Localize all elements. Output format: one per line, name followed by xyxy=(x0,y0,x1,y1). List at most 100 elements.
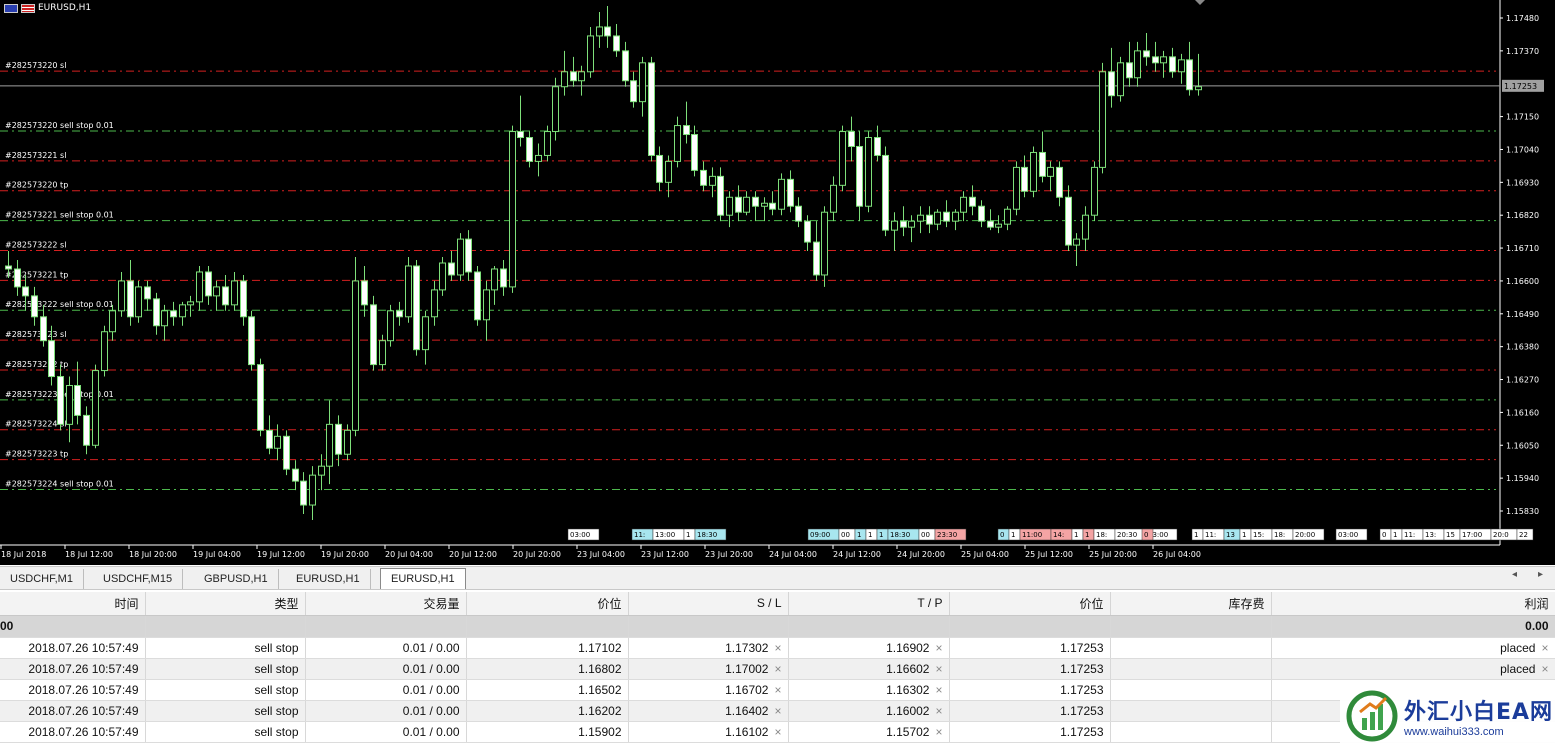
close-icon[interactable]: × xyxy=(774,725,781,739)
candle-body xyxy=(300,480,307,506)
candle-body xyxy=(187,301,194,306)
tab-scroll-left-icon[interactable]: ◂ xyxy=(1512,569,1517,580)
cell-current-price: 1.17253 xyxy=(949,679,1111,701)
candle-body xyxy=(917,214,924,222)
event-marker-label: 0 xyxy=(1144,531,1148,539)
price-tick-label: 1.15830 xyxy=(1506,507,1539,516)
table-row[interactable]: 2018.07.26 10:57:49 sell stop 0.01 / 0.00 1… xyxy=(0,679,1555,701)
tab-eurusd-h1[interactable]: EURUSD,H1 xyxy=(286,569,371,589)
close-icon[interactable]: × xyxy=(935,641,942,655)
candle-body xyxy=(1178,59,1185,73)
close-icon[interactable]: × xyxy=(935,704,942,718)
time-tick-label: 24 Jul 04:00 xyxy=(769,550,817,559)
candle-body xyxy=(257,364,264,431)
event-marker-label: 13:00 xyxy=(655,531,675,539)
watermark-url: www.waihui333.com xyxy=(1404,726,1504,738)
cell-price-text: 1.16502 xyxy=(578,682,622,697)
order-line-label: #282573222 tp xyxy=(5,360,68,369)
close-icon[interactable]: × xyxy=(774,641,781,655)
candle-body xyxy=(318,465,325,476)
summary-profit: 0.00 xyxy=(1271,615,1555,638)
candle-body xyxy=(274,435,281,449)
order-line-label: #282573221 sell stop 0.01 xyxy=(5,211,114,220)
col-header-swap[interactable]: 库存费 xyxy=(1110,592,1272,616)
col-header-tp[interactable]: T / P xyxy=(788,592,950,616)
chart-shift-icon[interactable] xyxy=(1195,0,1205,5)
tab-usdchf-m1[interactable]: USDCHF,M1 xyxy=(0,569,84,589)
cell-volume-text: 0.01 / 0.00 xyxy=(402,682,460,697)
cell-tp: 1.16302 × xyxy=(788,679,950,701)
table-row[interactable]: 2018.07.26 10:57:49 sell stop 0.01 / 0.00 1… xyxy=(0,700,1555,722)
order-line-label: #282573220 sell stop 0.01 xyxy=(5,121,114,130)
close-icon[interactable]: × xyxy=(935,662,942,676)
cell-volume-text: 0.01 / 0.00 xyxy=(402,661,460,676)
candle-body xyxy=(1056,166,1063,198)
table-row[interactable]: 2018.07.26 10:57:49 sell stop 0.01 / 0.00 1… xyxy=(0,637,1555,659)
col-header-current-price[interactable]: 价位 xyxy=(949,592,1111,616)
candle-body xyxy=(960,196,967,213)
price-tick-label: 1.17150 xyxy=(1506,113,1539,122)
close-icon[interactable]: × xyxy=(774,683,781,697)
candle-body xyxy=(787,178,794,207)
event-marker-label: 20:0 xyxy=(1493,531,1509,539)
table-row[interactable]: 2018.07.26 10:57:49 sell stop 0.01 / 0.00 1… xyxy=(0,658,1555,680)
col-header-sl[interactable]: S / L xyxy=(628,592,789,616)
tab-gbpusd-h1[interactable]: GBPUSD,H1 xyxy=(194,569,279,589)
candle-body xyxy=(405,265,412,318)
cell-current-price: 1.17253 xyxy=(949,700,1111,722)
cell-current-price: 1.17253 xyxy=(949,658,1111,680)
close-icon[interactable]: × xyxy=(1541,641,1548,655)
chart-window[interactable]: #282573220 sl #282573220 sell stop 0.01 #2… xyxy=(0,0,1555,565)
cell-sl-text: 1.17302 xyxy=(725,640,769,655)
event-marker-label: 0 xyxy=(1000,531,1004,539)
close-icon[interactable]: × xyxy=(1541,662,1548,676)
candle-body xyxy=(101,331,108,372)
close-icon[interactable]: × xyxy=(774,662,781,676)
col-header-type[interactable]: 类型 xyxy=(145,592,306,616)
tab-usdchf-m15[interactable]: USDCHF,M15 xyxy=(93,569,184,589)
close-icon[interactable]: × xyxy=(774,704,781,718)
candle-body xyxy=(14,268,21,288)
cell-type-text: sell stop xyxy=(254,724,299,739)
close-icon[interactable]: × xyxy=(935,725,942,739)
table-row[interactable]: 2018.07.26 10:57:49 sell stop 0.01 / 0.00 1… xyxy=(0,721,1555,743)
time-tick-label: 23 Jul 12:00 xyxy=(641,550,689,559)
candle-body xyxy=(457,238,464,276)
cell-volume-text: 0.01 / 0.00 xyxy=(402,640,460,655)
price-tick-label: 1.16380 xyxy=(1506,343,1539,352)
tab-scroll-right-icon[interactable]: ▸ xyxy=(1538,569,1543,580)
col-header-profit[interactable]: 利润 xyxy=(1271,592,1555,616)
summary-row: 00 0.00 xyxy=(0,615,1555,638)
event-marker-label: 09:00 xyxy=(810,531,830,539)
candle-body xyxy=(874,137,881,156)
tab-eurusd-h1-active[interactable]: EURUSD,H1 xyxy=(380,568,466,589)
cell-time-text: 2018.07.26 10:57:49 xyxy=(28,682,139,697)
candle-body xyxy=(500,268,507,288)
watermark: 外汇小白EA网 www.waihui333.com xyxy=(1340,686,1555,746)
col-header-price[interactable]: 价位 xyxy=(466,592,629,616)
col-header-time[interactable]: 时间 xyxy=(0,592,146,616)
cell-sl-text: 1.16102 xyxy=(725,724,769,739)
price-tick-label: 1.16710 xyxy=(1506,244,1539,253)
time-tick-label: 19 Jul 12:00 xyxy=(257,550,305,559)
candle-body xyxy=(561,71,568,88)
candle-body xyxy=(465,238,472,273)
time-tick-label: 26 Jul 04:00 xyxy=(1153,550,1201,559)
candle-body xyxy=(118,280,125,312)
candle-body xyxy=(795,205,802,222)
candle-body xyxy=(222,286,229,306)
candle-body xyxy=(387,310,394,342)
cell-time-text: 2018.07.26 10:57:49 xyxy=(28,724,139,739)
candle-body xyxy=(1065,196,1072,246)
orders-table: 时间 类型 交易量 价位 S / L T / P 价位 库存费 利润 00 0.… xyxy=(0,592,1555,743)
order-line-label: #282573222 sell stop 0.01 xyxy=(5,300,114,309)
cell-swap xyxy=(1110,721,1272,743)
candle-body xyxy=(448,262,455,276)
price-chart[interactable]: #282573220 sl #282573220 sell stop 0.01 #2… xyxy=(0,0,1555,565)
event-marker-label: 03:00 xyxy=(570,531,590,539)
order-line-label: #282573223 sl xyxy=(5,330,66,339)
col-header-volume[interactable]: 交易量 xyxy=(305,592,467,616)
candle-body xyxy=(1169,56,1176,73)
close-icon[interactable]: × xyxy=(935,683,942,697)
candle-body xyxy=(648,62,655,156)
